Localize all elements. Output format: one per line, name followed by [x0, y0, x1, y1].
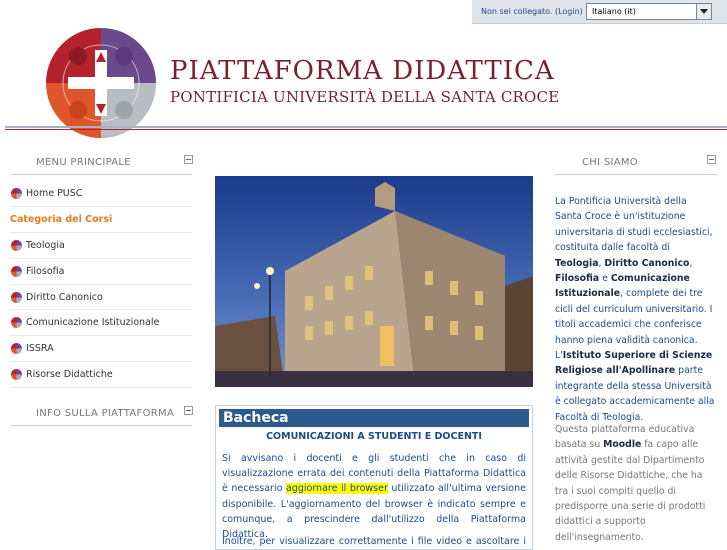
text-bold: Moodle	[603, 439, 642, 451]
menu-item[interactable]: Comunicazione Istituzionale	[10, 310, 192, 337]
header-divider	[5, 126, 727, 128]
puzzle-icon	[11, 291, 22, 303]
puzzle-icon	[11, 317, 22, 329]
language-select-value: Italiano (it)	[592, 7, 636, 16]
login-link[interactable]: (Login)	[555, 7, 583, 16]
menu-item-label: ISSRA	[26, 343, 54, 355]
bacheca-title: Bacheca	[223, 410, 289, 426]
menu-item[interactable]: Diritto Canonico	[10, 285, 192, 311]
collapse-icon[interactable]	[184, 406, 193, 415]
collapse-icon[interactable]	[707, 155, 716, 164]
menu-principale-title: MENU PRINCIPALE	[36, 157, 131, 168]
menu-item-label: Categoria dei Corsi	[10, 213, 113, 225]
info-piattaforma-title: INFO SULLA PIATTAFORMA	[36, 408, 175, 419]
chi-siamo-text: La Pontificia Università della Santa Cro…	[555, 194, 715, 425]
update-browser-highlight: aggiornare il browser	[285, 483, 388, 495]
site-subtitle: PONTIFICIA UNIVERSITÀ DELLA SANTA CROCE	[170, 88, 560, 106]
bacheca-paragraph: Inoltre, per visualizzare correttamente …	[222, 536, 526, 547]
site-title: PIATTAFORMA DIDATTICA	[170, 56, 555, 86]
collapse-icon[interactable]	[184, 155, 193, 164]
block-divider	[10, 174, 192, 175]
language-select[interactable]: Italiano (it)	[586, 3, 712, 20]
text-bold: Teologia	[555, 257, 599, 269]
menu-item-label: Comunicazione Istituzionale	[26, 317, 160, 329]
menu-item[interactable]: Teologia	[10, 233, 192, 259]
puzzle-icon	[11, 188, 22, 199]
puzzle-icon	[11, 265, 22, 277]
chi-siamo-title: CHI SIAMO	[582, 157, 638, 168]
puzzle-icon	[11, 343, 22, 355]
menu-item-label: Filosofia	[26, 265, 65, 277]
university-building-photo	[215, 176, 533, 387]
menu-item[interactable]: ISSRA	[10, 336, 192, 363]
text: fa capo alle attività gestite dal Dipart…	[555, 439, 706, 543]
bacheca-paragraph: Si avvisano i docenti e gli studenti che…	[222, 451, 526, 542]
text-bold: Diritto Canonico	[604, 257, 690, 269]
menu-item[interactable]: Filosofia	[10, 259, 192, 285]
puzzle-icon	[11, 369, 22, 381]
text: ,	[689, 257, 693, 269]
text-bold: Filosofia	[555, 273, 600, 285]
menu-item-label: Risorse Didattiche	[26, 369, 113, 381]
menu-item-label: Teologia	[26, 239, 65, 251]
block-divider	[10, 425, 192, 426]
header-divider-red	[5, 129, 727, 130]
menu-item[interactable]: Risorse Didattiche	[10, 362, 192, 389]
text: e	[599, 273, 611, 285]
login-status: Non sei collegato. (Login)	[481, 7, 583, 16]
text: La Pontificia Università della Santa Cro…	[555, 196, 713, 254]
login-status-text: Non sei collegato.	[481, 7, 553, 16]
menu-item-label: Home PUSC	[26, 188, 83, 199]
moodle-info-text: Questa piattaforma educativa basata su M…	[555, 422, 715, 545]
chevron-down-icon[interactable]	[696, 4, 711, 19]
menu-item[interactable]: Home PUSC	[10, 181, 192, 207]
bacheca-subtitle: COMUNICAZIONI A STUDENTI E DOCENTI	[266, 431, 482, 442]
puzzle-icon	[11, 239, 22, 251]
block-divider	[555, 174, 717, 175]
menu-item[interactable]: Categoria dei Corsi	[10, 207, 192, 233]
bacheca-header: Bacheca	[219, 409, 529, 427]
main-menu: Home PUSC Categoria dei Corsi Teologia Filo…	[10, 181, 192, 389]
menu-item-label: Diritto Canonico	[26, 291, 103, 303]
bacheca-block: Bacheca COMUNICAZIONI A STUDENTI E DOCEN…	[215, 405, 533, 550]
